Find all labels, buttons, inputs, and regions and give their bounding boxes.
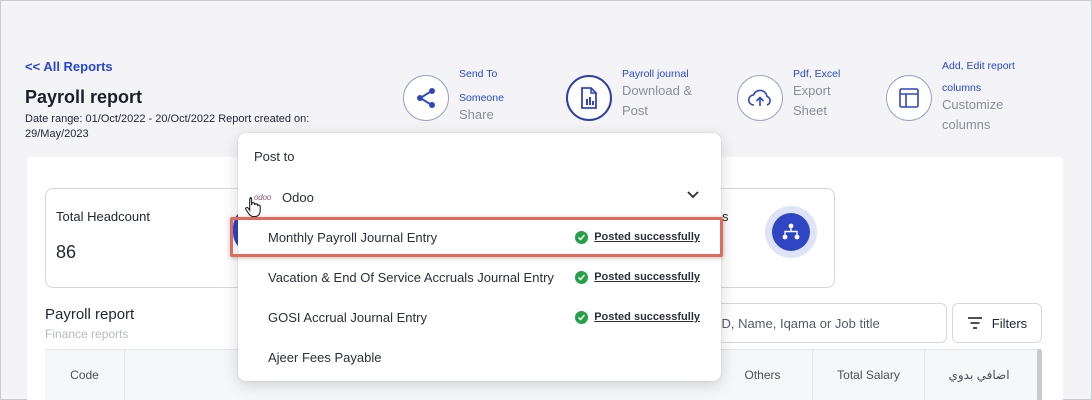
document-chart-icon[interactable] [566, 75, 612, 121]
filter-icon [967, 317, 982, 329]
page-title: Payroll report [25, 87, 143, 107]
columns-icon[interactable] [886, 75, 932, 121]
customize-label-2: columns [942, 117, 991, 132]
share-sub-label-2: Someone [459, 92, 504, 104]
journal-entry-name: Vacation & End Of Service Accruals Journ… [268, 269, 554, 285]
all-reports-link[interactable]: << All Reports [25, 59, 113, 74]
journal-entry-name: Ajeer Fees Payable [268, 349, 382, 365]
customize-sub-label: Add, Edit report [942, 60, 1015, 72]
section-subtitle: Finance reports [45, 327, 129, 341]
filters-label: Filters [991, 315, 1028, 331]
provider-selector[interactable]: odoo Odoo [254, 185, 704, 209]
posted-status-link[interactable]: Posted successfully [575, 270, 700, 284]
export-label: Export [793, 83, 831, 98]
column-header-others[interactable]: Others [713, 349, 813, 400]
download-sub-label: Payroll journal [622, 68, 689, 80]
customize-label: Customize [942, 97, 1004, 112]
column-header-total-salary[interactable]: Total Salary [813, 349, 925, 400]
export-sub-label: Pdf, Excel [793, 68, 841, 80]
posted-status-link[interactable]: Posted successfully [575, 310, 700, 324]
column-header-overtime[interactable]: اضافي بدوي [925, 349, 1033, 400]
share-action[interactable]: Send To Someone Share [403, 67, 504, 125]
export-label-2: Sheet [793, 103, 827, 118]
cloud-upload-icon[interactable] [737, 75, 783, 121]
journal-entry-name: GOSI Accrual Journal Entry [268, 309, 427, 325]
hand-cursor-icon [245, 196, 261, 218]
download-label: Download & [622, 83, 693, 98]
section-title: Payroll report [45, 306, 135, 323]
share-label: Share [459, 107, 494, 122]
chevron-down-icon[interactable] [686, 190, 700, 200]
customize-columns-action[interactable]: Add, Edit report columns Customize colum… [886, 59, 1015, 135]
posted-status-text: Posted successfully [594, 271, 700, 283]
export-action[interactable]: Pdf, Excel Export Sheet [737, 67, 840, 121]
posted-status-text: Posted successfully [594, 311, 700, 323]
filters-button[interactable]: Filters [952, 303, 1042, 343]
payroll-report-page: << All Reports Payroll report Date range… [1, 1, 1092, 400]
journal-entry-item[interactable]: Vacation & End Of Service Accruals Journ… [268, 267, 700, 287]
journal-entry-item[interactable]: Ajeer Fees Payable [268, 347, 700, 367]
check-circle-icon [575, 310, 589, 324]
table-scrollbar[interactable] [1037, 349, 1042, 400]
check-circle-icon [575, 270, 589, 284]
column-header-code[interactable]: Code [45, 349, 125, 400]
post-to-dropdown: Post to odoo Odoo Monthly Payroll Journa… [238, 133, 721, 381]
journal-entry-item[interactable]: GOSI Accrual Journal Entry Posted succes… [268, 307, 700, 327]
download-post-action[interactable]: Payroll journal Download & Post [566, 67, 692, 121]
highlight-box [230, 217, 723, 257]
headcount-label: Total Headcount [56, 209, 150, 224]
provider-name: Odoo [282, 189, 314, 205]
dropdown-title: Post to [254, 149, 295, 164]
download-label-2: Post [622, 103, 649, 118]
share-icon[interactable] [403, 75, 449, 121]
headcount-value: 86 [56, 242, 77, 262]
org-chart-icon [765, 206, 817, 258]
search-placeholder: e ID, Name, Iqama or Job title [707, 316, 880, 331]
share-sub-label: Send To [459, 68, 498, 80]
customize-sub-label-2: columns [942, 82, 982, 94]
